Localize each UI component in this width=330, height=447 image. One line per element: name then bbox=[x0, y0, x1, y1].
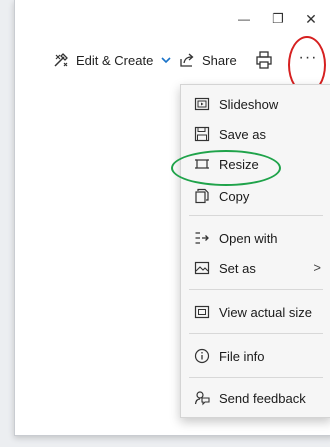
menu-item-label: File info bbox=[219, 348, 265, 364]
chevron-down-icon bbox=[161, 57, 171, 64]
edit-create-button[interactable]: Edit & Create bbox=[52, 49, 178, 71]
menu-separator bbox=[189, 215, 323, 216]
menu-item-set-as[interactable]: Set as > bbox=[181, 253, 330, 283]
save-icon bbox=[193, 125, 211, 143]
restore-button[interactable]: ❐ bbox=[264, 8, 292, 30]
actual-size-icon bbox=[193, 303, 211, 321]
menu-item-send-feedback[interactable]: Send feedback bbox=[181, 383, 330, 413]
menu-item-file-info[interactable]: File info bbox=[181, 341, 330, 371]
menu-item-slideshow[interactable]: Slideshow bbox=[181, 89, 330, 119]
menu-separator bbox=[189, 377, 323, 378]
close-icon: ✕ bbox=[305, 10, 317, 27]
set-as-icon bbox=[193, 259, 211, 277]
restore-icon: ❐ bbox=[272, 11, 284, 26]
minimize-button[interactable]: — bbox=[230, 8, 258, 30]
share-icon bbox=[180, 53, 194, 67]
menu-item-label: View actual size bbox=[219, 304, 312, 320]
menu-item-label: Copy bbox=[219, 188, 250, 204]
menu-item-label: Send feedback bbox=[219, 390, 306, 406]
menu-item-open-with[interactable]: Open with bbox=[181, 223, 330, 253]
minimize-icon: — bbox=[238, 12, 250, 26]
menu-item-view-actual-size[interactable]: View actual size bbox=[181, 297, 330, 327]
menu-item-label: Open with bbox=[219, 230, 278, 246]
menu-separator bbox=[189, 333, 323, 334]
edit-create-icon bbox=[54, 53, 68, 67]
menu-item-save-as[interactable]: Save as bbox=[181, 119, 330, 149]
info-icon bbox=[193, 347, 211, 365]
menu-item-copy[interactable]: Copy bbox=[181, 181, 330, 211]
slideshow-icon bbox=[193, 95, 211, 113]
feedback-icon bbox=[193, 389, 211, 407]
share-label: Share bbox=[202, 52, 237, 68]
copy-icon bbox=[193, 187, 211, 205]
menu-item-label: Set as bbox=[219, 260, 256, 276]
menu-item-label: Save as bbox=[219, 126, 266, 142]
edit-create-label: Edit & Create bbox=[76, 52, 154, 68]
green-highlight-oval bbox=[171, 150, 281, 186]
print-icon bbox=[256, 51, 272, 69]
more-options-menu: Slideshow Save as Resize Copy Open with … bbox=[180, 84, 330, 418]
share-button[interactable]: Share bbox=[178, 49, 237, 71]
close-button[interactable]: ✕ bbox=[297, 8, 325, 30]
menu-separator bbox=[189, 289, 323, 290]
menu-item-label: Slideshow bbox=[219, 96, 279, 112]
print-button[interactable] bbox=[254, 49, 280, 71]
submenu-arrow-icon: > bbox=[313, 260, 321, 275]
open-with-icon bbox=[193, 229, 211, 247]
